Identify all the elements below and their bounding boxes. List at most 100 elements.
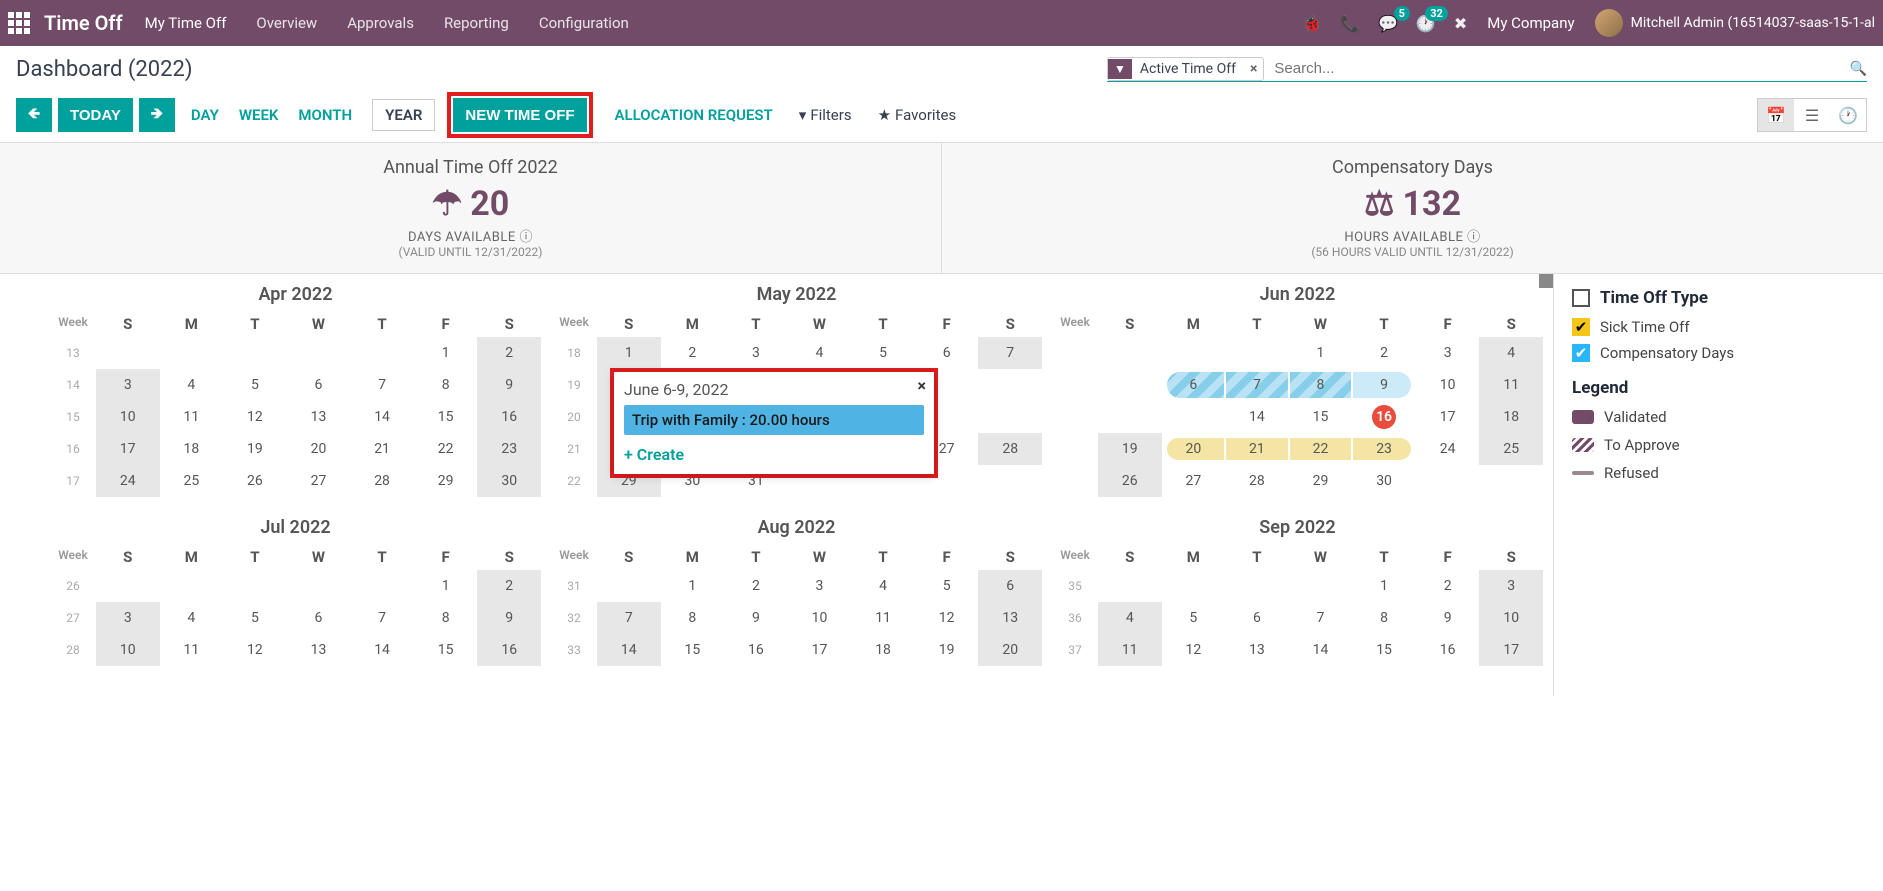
day-cell[interactable]: 4	[160, 602, 224, 634]
day-cell[interactable]: 3	[788, 570, 852, 602]
activity-view-icon[interactable]: 🕐	[1830, 99, 1866, 131]
day-cell[interactable]: 24	[96, 465, 160, 497]
day-cell[interactable]: 1	[1352, 570, 1416, 602]
day-cell[interactable]: 14	[350, 634, 414, 666]
day-cell[interactable]: 4	[851, 570, 915, 602]
day-cell[interactable]: 16	[1416, 634, 1480, 666]
nav-reporting[interactable]: Reporting	[444, 14, 509, 32]
day-cell[interactable]: 29	[1289, 465, 1353, 497]
day-cell[interactable]: 17	[788, 634, 852, 666]
day-cell[interactable]: 27	[287, 465, 351, 497]
day-cell[interactable]: 9	[477, 369, 541, 401]
nav-approvals[interactable]: Approvals	[347, 14, 414, 32]
popover-event[interactable]: Trip with Family : 20.00 hours	[624, 405, 924, 435]
day-cell[interactable]: 16	[477, 401, 541, 433]
day-cell[interactable]: 7	[597, 602, 661, 634]
day-cell[interactable]: 3	[96, 602, 160, 634]
day-cell[interactable]: 7	[978, 337, 1042, 369]
day-cell[interactable]: 13	[1225, 634, 1289, 666]
view-month[interactable]: MONTH	[298, 106, 352, 124]
time-off-type-header[interactable]: Time Off Type	[1572, 288, 1865, 308]
company-switcher[interactable]: My Company	[1487, 14, 1574, 32]
day-cell[interactable]: 19	[1098, 433, 1162, 465]
day-cell[interactable]: 3	[1416, 337, 1480, 369]
day-cell[interactable]: 23	[1352, 433, 1416, 465]
day-cell[interactable]: 8	[414, 369, 478, 401]
day-cell[interactable]: 7	[1225, 369, 1289, 401]
help-icon[interactable]: ⓘ	[1467, 230, 1481, 245]
day-cell[interactable]: 27	[1162, 465, 1226, 497]
day-cell[interactable]: 3	[1479, 570, 1543, 602]
apps-icon[interactable]	[8, 12, 30, 34]
day-cell[interactable]: 7	[350, 369, 414, 401]
nav-configuration[interactable]: Configuration	[539, 14, 629, 32]
close-icon[interactable]: ×	[918, 376, 927, 395]
day-cell[interactable]: 14	[350, 401, 414, 433]
user-menu[interactable]: Mitchell Admin (16514037-saas-15-1-al	[1595, 9, 1875, 37]
day-cell[interactable]: 4	[788, 337, 852, 369]
day-cell[interactable]: 18	[160, 433, 224, 465]
day-cell[interactable]: 2	[477, 570, 541, 602]
day-cell[interactable]: 16	[477, 634, 541, 666]
day-cell[interactable]: 25	[1479, 433, 1543, 465]
type-sick[interactable]: ✔ Sick Time Off	[1572, 318, 1865, 336]
day-cell[interactable]: 28	[350, 465, 414, 497]
new-time-off-button[interactable]: NEW TIME OFF	[453, 98, 586, 132]
day-cell[interactable]: 11	[851, 602, 915, 634]
day-cell[interactable]: 6	[287, 369, 351, 401]
day-cell[interactable]: 3	[96, 369, 160, 401]
day-cell[interactable]: 28	[1225, 465, 1289, 497]
day-cell[interactable]: 29	[414, 465, 478, 497]
day-cell[interactable]: 9	[724, 602, 788, 634]
app-brand[interactable]: Time Off	[44, 11, 123, 35]
day-cell[interactable]: 10	[96, 401, 160, 433]
day-cell[interactable]: 19	[915, 634, 979, 666]
day-cell[interactable]: 14	[1225, 401, 1289, 433]
day-cell[interactable]: 9	[477, 602, 541, 634]
next-button[interactable]: 🡺	[139, 98, 175, 132]
day-cell[interactable]: 1	[1289, 337, 1353, 369]
day-cell[interactable]: 17	[1479, 634, 1543, 666]
search-facet-active-timeoff[interactable]: ▼ Active Time Off ×	[1107, 57, 1264, 81]
tools-icon[interactable]: ✖	[1454, 14, 1467, 33]
day-cell[interactable]: 2	[1416, 570, 1480, 602]
day-cell[interactable]: 24	[1416, 433, 1480, 465]
day-cell[interactable]: 10	[96, 634, 160, 666]
day-cell[interactable]: 5	[915, 570, 979, 602]
day-cell[interactable]: 25	[160, 465, 224, 497]
help-icon[interactable]: ⓘ	[520, 230, 534, 245]
calendar-view-icon[interactable]: 📅	[1758, 99, 1794, 131]
day-cell[interactable]: 2	[661, 337, 725, 369]
messages-icon[interactable]: 💬5	[1378, 14, 1398, 33]
day-cell[interactable]: 28	[978, 433, 1042, 465]
view-week[interactable]: WEEK	[239, 106, 279, 124]
prev-button[interactable]: 🡸	[16, 98, 52, 132]
day-cell[interactable]: 26	[1098, 465, 1162, 497]
day-cell[interactable]: 10	[1479, 602, 1543, 634]
search-input[interactable]	[1270, 56, 1849, 81]
day-cell[interactable]: 13	[287, 634, 351, 666]
facet-remove[interactable]: ×	[1244, 61, 1263, 77]
filters-dropdown[interactable]: ▾Filters	[799, 106, 852, 124]
day-cell[interactable]: 7	[1289, 602, 1353, 634]
day-cell[interactable]: 12	[223, 634, 287, 666]
day-cell[interactable]: 15	[414, 401, 478, 433]
list-view-icon[interactable]: ☰	[1794, 99, 1830, 131]
day-cell[interactable]: 13	[287, 401, 351, 433]
type-comp[interactable]: ✔ Compensatory Days	[1572, 344, 1865, 362]
day-cell[interactable]: 16	[724, 634, 788, 666]
day-cell[interactable]: 1	[414, 570, 478, 602]
day-cell[interactable]: 4	[160, 369, 224, 401]
day-cell[interactable]: 2	[724, 570, 788, 602]
nav-overview[interactable]: Overview	[256, 14, 317, 32]
day-cell[interactable]: 6	[978, 570, 1042, 602]
day-cell[interactable]: 11	[160, 401, 224, 433]
day-cell[interactable]: 14	[1289, 634, 1353, 666]
day-cell[interactable]: 2	[1352, 337, 1416, 369]
day-cell[interactable]: 6	[915, 337, 979, 369]
day-cell[interactable]: 30	[477, 465, 541, 497]
day-cell[interactable]: 20	[1162, 433, 1226, 465]
checkbox-all[interactable]	[1572, 289, 1590, 307]
day-cell[interactable]: 20	[287, 433, 351, 465]
day-cell[interactable]: 5	[851, 337, 915, 369]
